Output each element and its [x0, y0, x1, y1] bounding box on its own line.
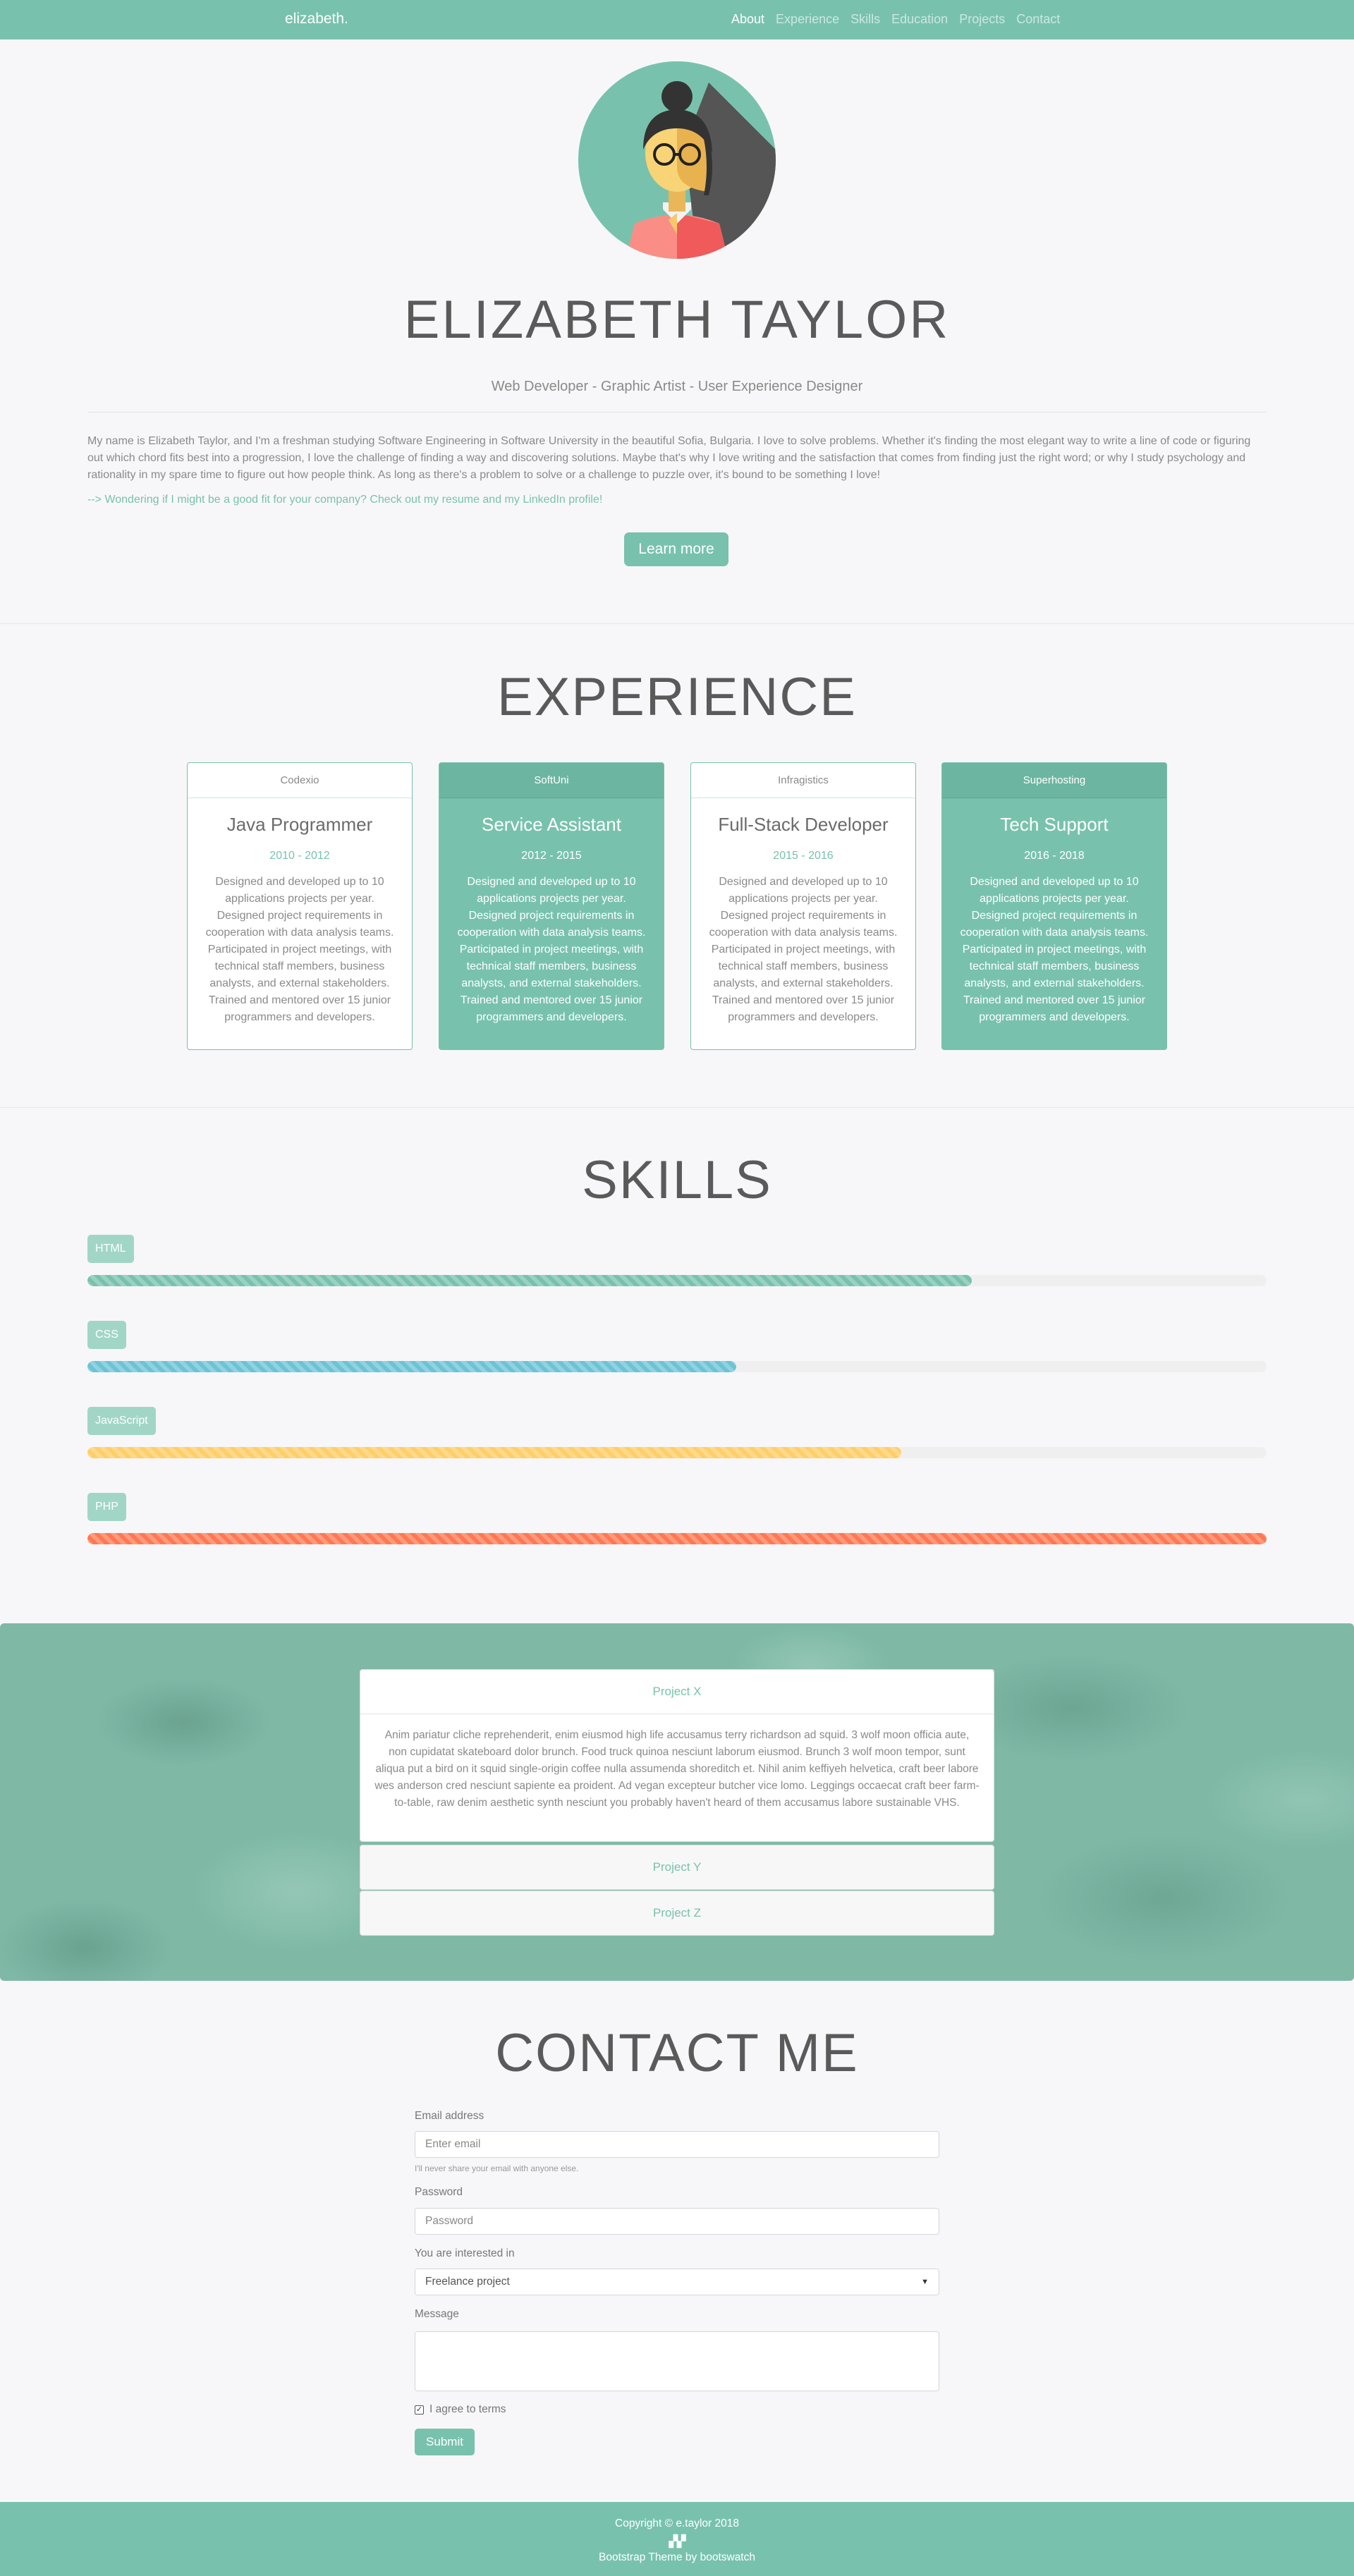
nav-link-projects[interactable]: Projects	[959, 12, 1005, 27]
terms-label: I agree to terms	[429, 2403, 506, 2415]
footer-copyright: Copyright © e.taylor 2018	[615, 2517, 739, 2529]
card-years: 2015 - 2016	[773, 850, 834, 862]
chevron-down-icon: ▼	[921, 2278, 929, 2286]
skill-bar-javascript	[87, 1447, 1267, 1458]
nav-link-education[interactable]: Education	[891, 12, 948, 27]
footer-logo-icon: ▞▞	[669, 2536, 686, 2548]
email-field[interactable]: Enter email	[415, 2131, 939, 2158]
message-textarea[interactable]	[415, 2331, 939, 2391]
card-role: Full-Stack Developer	[718, 814, 889, 835]
project-x-body: Anim pariatur cliche reprehenderit, enim…	[360, 1714, 994, 1841]
card-years: 2012 - 2015	[521, 850, 582, 862]
section-divider	[0, 623, 1354, 624]
skill-bar-html	[87, 1275, 1267, 1286]
brand-logo[interactable]: elizabeth.	[285, 11, 348, 28]
hero-subtitle: Web Developer - Graphic Artist - User Ex…	[491, 379, 863, 394]
email-help-text: I'll never share your email with anyone …	[415, 2163, 579, 2173]
card-description: Designed and developed up to 10 applicat…	[205, 876, 394, 1023]
project-y-header[interactable]: Project Y	[360, 1845, 994, 1889]
nav-link-experience[interactable]: Experience	[776, 12, 839, 27]
hero-name: ELIZABETH TAYLOR	[403, 290, 951, 350]
project-x-panel: Project X Anim pariatur cliche reprehend…	[360, 1669, 994, 1842]
experience-cards: Codexio Java Programmer 2010 - 2012 Desi…	[187, 762, 1167, 1051]
skill-fill-html	[87, 1275, 972, 1286]
skill-bar-css	[87, 1361, 1267, 1372]
skill-bar-php	[87, 1533, 1267, 1544]
project-z-header[interactable]: Project Z	[360, 1891, 994, 1935]
resume-link[interactable]: --> Wondering if I might be a good fit f…	[87, 494, 602, 506]
interest-select[interactable]: Freelance project ▼	[415, 2269, 939, 2295]
footer: Copyright © e.taylor 2018 ▞▞ Bootstrap T…	[0, 2502, 1354, 2576]
card-role: Tech Support	[1000, 814, 1109, 835]
card-description: Designed and developed up to 10 applicat…	[960, 876, 1149, 1023]
password-field[interactable]: Password	[415, 2208, 939, 2235]
skill-fill-css	[87, 1361, 736, 1372]
contact-title: CONTACT ME	[495, 2023, 859, 2083]
footer-credit[interactable]: Bootstrap Theme by bootswatch	[0, 2551, 1354, 2564]
card-company: Codexio	[188, 763, 412, 798]
skill-fill-javascript	[87, 1447, 901, 1458]
card-description: Designed and developed up to 10 applicat…	[457, 876, 646, 1023]
skill-badge-css: CSS	[87, 1321, 126, 1349]
password-label: Password	[415, 2186, 463, 2198]
skill-badge-javascript: JavaScript	[87, 1407, 156, 1435]
experience-card: SoftUni Service Assistant 2012 - 2015 De…	[439, 762, 664, 1050]
interest-value: Freelance project	[425, 2276, 510, 2288]
card-years: 2010 - 2012	[269, 850, 330, 862]
card-company: SoftUni	[439, 763, 664, 798]
section-divider	[0, 1107, 1354, 1108]
submit-button[interactable]: Submit	[415, 2429, 475, 2455]
skill-fill-php	[87, 1533, 1267, 1544]
card-company: Infragistics	[691, 763, 915, 798]
skill-badge-html: HTML	[87, 1235, 134, 1263]
card-role: Service Assistant	[482, 814, 621, 835]
hero-divider	[87, 412, 1267, 413]
learn-more-button[interactable]: Learn more	[624, 532, 728, 566]
experience-title: EXPERIENCE	[497, 667, 857, 727]
hero-bio: My name is Elizabeth Taylor, and I'm a f…	[87, 435, 1251, 481]
project-y-panel[interactable]: Project Y	[360, 1845, 994, 1890]
navbar: elizabeth. About Experience Skills Educa…	[0, 0, 1354, 39]
interest-label: You are interested in	[415, 2247, 515, 2259]
card-years: 2016 - 2018	[1024, 850, 1085, 862]
message-label: Message	[415, 2308, 459, 2320]
skill-badge-php: PHP	[87, 1493, 126, 1521]
skills-title: SKILLS	[582, 1150, 772, 1210]
project-z-panel[interactable]: Project Z	[360, 1891, 994, 1936]
experience-card: Codexio Java Programmer 2010 - 2012 Desi…	[187, 762, 413, 1050]
nav-link-contact[interactable]: Contact	[1016, 12, 1060, 27]
terms-checkbox[interactable]: ✓	[415, 2405, 424, 2415]
card-role: Java Programmer	[226, 814, 373, 835]
nav-link-about[interactable]: About	[731, 12, 764, 27]
card-description: Designed and developed up to 10 applicat…	[709, 876, 898, 1023]
experience-card: Infragistics Full-Stack Developer 2015 -…	[690, 762, 916, 1050]
card-company: Superhosting	[942, 763, 1166, 798]
nav-links: About Experience Skills Education Projec…	[731, 12, 1060, 27]
project-x-header[interactable]: Project X	[360, 1670, 994, 1714]
email-label: Email address	[415, 2110, 484, 2122]
experience-card: Superhosting Tech Support 2016 - 2018 De…	[941, 762, 1167, 1050]
nav-link-skills[interactable]: Skills	[850, 12, 880, 27]
terms-checkbox-row[interactable]: ✓ I agree to terms	[415, 2403, 506, 2416]
avatar	[578, 61, 776, 259]
